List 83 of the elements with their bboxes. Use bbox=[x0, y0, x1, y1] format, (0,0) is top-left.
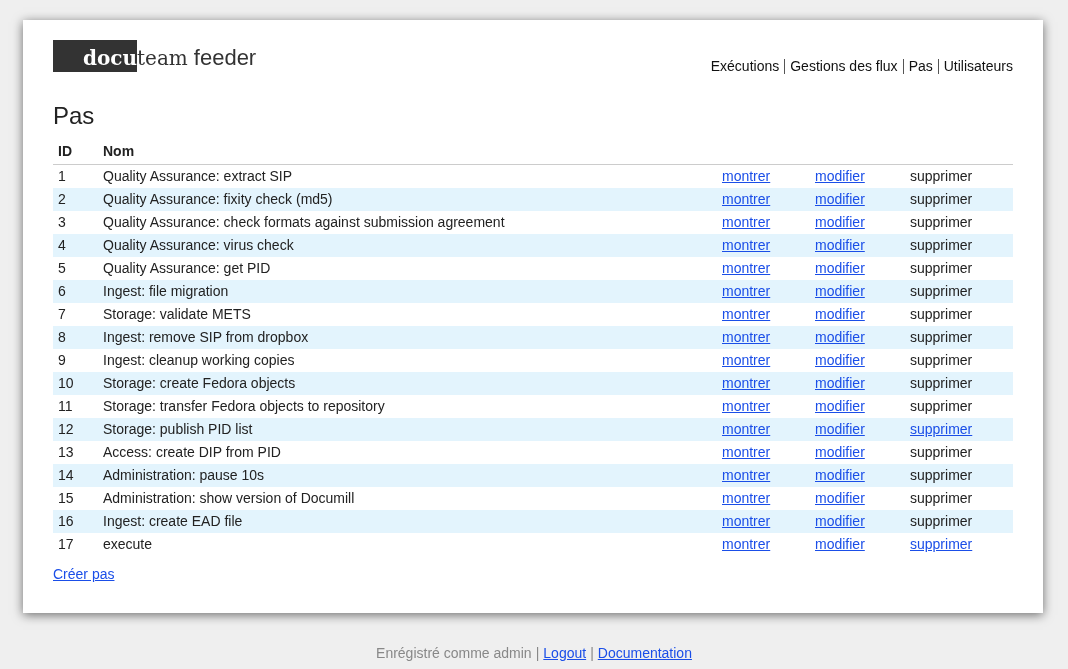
table-cell: 16 bbox=[53, 509, 98, 533]
page-title: Pas bbox=[53, 102, 96, 131]
delete-text: supprimer bbox=[910, 397, 973, 414]
table-cell: Access: create DIP from PID bbox=[98, 440, 717, 464]
nav-link[interactable]: Utilisateurs bbox=[937, 59, 1013, 74]
table-cell: Quality Assurance: extract SIP bbox=[98, 164, 717, 188]
status-text: Enrégistré comme admin bbox=[376, 643, 532, 663]
table-cell: 11 bbox=[53, 394, 98, 418]
logout-link[interactable]: Logout bbox=[543, 642, 587, 664]
table-cell: 6 bbox=[53, 279, 98, 303]
table-cell: Storage: create Fedora objects bbox=[98, 371, 717, 395]
delete-text: supprimer bbox=[910, 305, 973, 322]
table-cell: Administration: pause 10s bbox=[98, 463, 717, 487]
table-cell: execute bbox=[98, 532, 717, 556]
table-cell: 10 bbox=[53, 371, 98, 395]
nav-link[interactable]: Exécutions bbox=[705, 59, 785, 74]
column-header: Nom bbox=[98, 138, 717, 165]
table-cell: 1 bbox=[53, 164, 98, 188]
logo-text: feeder bbox=[193, 44, 257, 72]
delete-text: supprimer bbox=[910, 443, 973, 460]
edit-link[interactable]: modifier bbox=[815, 397, 865, 414]
edit-link[interactable]: modifier bbox=[815, 351, 865, 368]
table-cell: Ingest: create EAD file bbox=[98, 509, 717, 533]
table-cell: 9 bbox=[53, 348, 98, 372]
table-cell: 2 bbox=[53, 187, 98, 211]
delete-text: supprimer bbox=[910, 489, 973, 506]
table-cell: Quality Assurance: virus check bbox=[98, 233, 717, 257]
table-cell: 14 bbox=[53, 463, 98, 487]
delete-text: supprimer bbox=[910, 236, 973, 253]
logo-text: team bbox=[137, 45, 188, 72]
table-cell: 17 bbox=[53, 532, 98, 556]
edit-link[interactable]: modifier bbox=[815, 213, 865, 230]
separator: | bbox=[535, 643, 540, 663]
delete-text: supprimer bbox=[910, 466, 973, 483]
show-link[interactable]: montrer bbox=[722, 259, 771, 276]
show-link[interactable]: montrer bbox=[722, 213, 771, 230]
table-cell: Ingest: remove SIP from dropbox bbox=[98, 325, 717, 349]
table-cell: Ingest: file migration bbox=[98, 279, 717, 303]
delete-text: supprimer bbox=[910, 351, 973, 368]
table-cell: 8 bbox=[53, 325, 98, 349]
table-cell: Administration: show version of Documill bbox=[98, 486, 717, 510]
show-link[interactable]: montrer bbox=[722, 443, 771, 460]
table-cell: 15 bbox=[53, 486, 98, 510]
delete-text: supprimer bbox=[910, 259, 973, 276]
table-cell: 7 bbox=[53, 302, 98, 326]
show-link[interactable]: montrer bbox=[722, 167, 771, 184]
table-cell: 4 bbox=[53, 233, 98, 257]
separator: | bbox=[590, 643, 594, 663]
delete-text: supprimer bbox=[910, 328, 973, 345]
edit-link[interactable]: modifier bbox=[815, 443, 865, 460]
show-link[interactable]: montrer bbox=[722, 489, 771, 506]
edit-link[interactable]: modifier bbox=[815, 489, 865, 506]
table-cell: 5 bbox=[53, 256, 98, 280]
edit-link[interactable]: modifier bbox=[815, 535, 865, 552]
table-cell: Quality Assurance: check formats against submission agreement bbox=[98, 210, 717, 234]
delete-text: supprimer bbox=[910, 190, 973, 207]
table-cell: Quality Assurance: get PID bbox=[98, 256, 717, 280]
edit-link[interactable]: modifier bbox=[815, 259, 865, 276]
nav-link[interactable]: Gestions des flux bbox=[784, 59, 903, 74]
delete-text: supprimer bbox=[910, 167, 973, 184]
show-link[interactable]: montrer bbox=[722, 305, 771, 322]
table-cell: 13 bbox=[53, 440, 98, 464]
edit-link[interactable]: modifier bbox=[815, 167, 865, 184]
table-cell: 3 bbox=[53, 210, 98, 234]
show-link[interactable]: montrer bbox=[722, 351, 771, 368]
show-link[interactable]: montrer bbox=[722, 535, 771, 552]
show-link[interactable]: montrer bbox=[722, 397, 771, 414]
nav-link[interactable]: Pas bbox=[902, 59, 938, 74]
table-cell: 12 bbox=[53, 417, 98, 441]
table-cell: Storage: publish PID list bbox=[98, 417, 717, 441]
delete-text: supprimer bbox=[910, 374, 973, 391]
delete-text: supprimer bbox=[910, 213, 973, 230]
create-link[interactable]: Créer pas bbox=[53, 565, 115, 582]
delete-text: supprimer bbox=[910, 282, 973, 299]
table-cell: Storage: validate METS bbox=[98, 302, 717, 326]
delete-link[interactable]: supprimer bbox=[910, 535, 973, 552]
table-cell: Ingest: cleanup working copies bbox=[98, 348, 717, 372]
documentation-link[interactable]: Documentation bbox=[597, 642, 692, 664]
edit-link[interactable]: modifier bbox=[815, 305, 865, 322]
table-cell: Storage: transfer Fedora objects to repository bbox=[98, 394, 717, 418]
table-cell: Quality Assurance: fixity check (md5) bbox=[98, 187, 717, 211]
column-header: ID bbox=[53, 138, 98, 165]
delete-text: supprimer bbox=[910, 512, 973, 529]
